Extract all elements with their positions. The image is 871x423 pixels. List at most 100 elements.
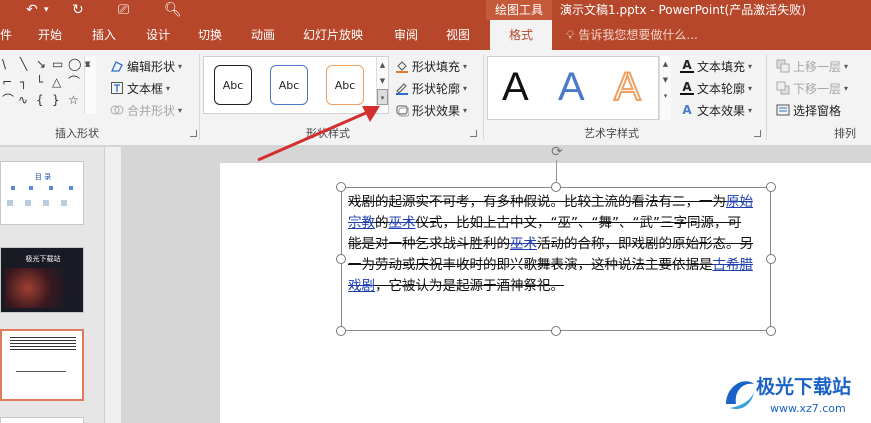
scroll-up-icon[interactable]: ▲ <box>377 57 388 73</box>
group-launcher-icon[interactable] <box>754 130 761 137</box>
resize-handle[interactable] <box>551 182 561 192</box>
shapes-gallery[interactable]: \ ╲ ↘ ▭ ◯ ⌐ ┐ └ △ ⌒ ⌒ ∿ { } ☆ ▲ ▼ ▾ <box>0 56 96 114</box>
merge-shapes-label: 合并形状 <box>127 103 176 118</box>
tell-me-search[interactable]: 💡︎ 告诉我您想要做什么... <box>566 20 698 50</box>
scroll-down-icon[interactable]: ▼ <box>377 73 388 89</box>
watermark-url: www.xz7.com <box>770 402 846 415</box>
send-backward-icon <box>776 81 790 95</box>
wordart-styles-gallery[interactable]: A A A <box>487 56 659 120</box>
resize-handle[interactable] <box>336 254 346 264</box>
connector-shape-icon[interactable]: └ <box>36 74 43 90</box>
arrow-shape-icon[interactable]: ↘ <box>36 56 46 72</box>
shape-style-swatch[interactable]: Abc <box>326 65 364 105</box>
resize-handle[interactable] <box>766 182 776 192</box>
arc-shape-icon[interactable]: ⌒ <box>2 92 14 108</box>
thumbnail-text-lines <box>10 337 76 351</box>
tab-design[interactable]: 设计 <box>146 20 170 50</box>
merge-shapes-button[interactable]: 合并形状 ▾ <box>110 100 182 120</box>
annotation-arrow <box>257 106 380 162</box>
wordart-gallery-scroll[interactable]: ▲ ▼ ▾ <box>659 56 671 120</box>
send-backward-button[interactable]: 下移一层 ▾ <box>776 78 848 98</box>
tab-file[interactable]: 件 <box>0 20 12 50</box>
more-icon[interactable]: ▾ <box>660 88 671 104</box>
text-box-button[interactable]: 文本框 ▾ <box>110 78 170 98</box>
rectangle-shape-icon[interactable]: ▭ <box>52 56 63 72</box>
shape-fill-button[interactable]: 形状填充 ▾ <box>395 56 467 76</box>
slide-thumbnail-selected[interactable] <box>0 329 84 401</box>
slide-thumbnail[interactable]: 极光下载站 <box>0 247 84 313</box>
text-effects-icon: A <box>682 103 692 117</box>
text-fill-button[interactable]: A 文本填充 ▾ <box>680 56 752 76</box>
star-shape-icon[interactable]: ☆ <box>68 92 79 108</box>
chevron-down-icon: ▾ <box>463 83 468 93</box>
chevron-down-icon: ▾ <box>178 61 183 71</box>
resize-handle[interactable] <box>551 326 561 336</box>
scroll-down-icon[interactable]: ▼ <box>660 72 671 88</box>
wordart-sample[interactable]: A <box>502 61 529 113</box>
tab-format[interactable]: 格式 <box>490 20 552 50</box>
wordart-sample[interactable]: A <box>613 61 642 113</box>
text-outline-button[interactable]: A 文本轮廓 ▾ <box>680 78 752 98</box>
redo-icon[interactable]: ↻ <box>72 1 84 19</box>
more-icon[interactable]: ▾ <box>85 56 89 72</box>
triangle-shape-icon[interactable]: △ <box>52 74 61 90</box>
group-divider <box>766 54 767 140</box>
oval-shape-icon[interactable]: ◯ <box>68 56 81 72</box>
tab-slideshow[interactable]: 幻灯片放映 <box>303 20 363 50</box>
text-fill-icon: A <box>680 59 694 73</box>
slide-thumbnail[interactable] <box>0 417 84 423</box>
tab-review[interactable]: 审阅 <box>394 20 418 50</box>
drawing-tools-context-label: 绘图工具 <box>486 0 552 20</box>
thumbnails-scrollbar[interactable] <box>104 147 121 423</box>
present-icon[interactable]: ⎚ <box>118 1 129 19</box>
shape-effects-button[interactable]: 形状效果 ▾ <box>395 100 467 120</box>
shapes-gallery-scroll[interactable]: ▲ ▼ ▾ <box>84 56 96 114</box>
wordart-sample[interactable]: A <box>558 61 585 113</box>
bring-forward-label: 上移一层 <box>793 59 842 74</box>
undo-dropdown-icon[interactable]: ▾ <box>44 1 49 19</box>
shape-style-swatch[interactable]: Abc <box>214 65 252 105</box>
resize-handle[interactable] <box>336 182 346 192</box>
resize-handle[interactable] <box>766 254 776 264</box>
print-preview-icon[interactable]: 🔍︎ <box>164 1 182 19</box>
curve-shape-icon[interactable]: ⌒ <box>68 74 80 90</box>
line-shape-icon[interactable]: ╲ <box>20 56 27 72</box>
tab-home[interactable]: 开始 <box>38 20 62 50</box>
thumbnail-title: 极光下载站 <box>25 255 61 263</box>
resize-handle[interactable] <box>336 326 346 336</box>
wave-shape-icon[interactable]: ∿ <box>18 92 28 108</box>
brace-shape-icon[interactable]: } <box>52 92 60 108</box>
slide-thumbnail[interactable]: 目 录 <box>0 161 84 225</box>
selection-pane-button[interactable]: 选择窗格 <box>776 100 841 120</box>
paragraph-text: ，它被认为是起源于酒神祭祀。 <box>375 278 564 294</box>
text-effects-button[interactable]: A 文本效果 ▾ <box>680 100 752 120</box>
rotate-handle-icon[interactable]: ⟳ <box>549 144 565 160</box>
chevron-down-icon: ▾ <box>748 61 753 71</box>
group-launcher-icon[interactable] <box>190 130 197 137</box>
connector-shape-icon[interactable]: ⌐ <box>2 74 12 90</box>
tab-view[interactable]: 视图 <box>446 20 470 50</box>
chevron-down-icon: ▾ <box>748 105 753 115</box>
edit-shape-button[interactable]: 编辑形状 ▾ <box>110 56 182 76</box>
shape-outline-button[interactable]: 形状轮廓 ▾ <box>395 78 467 98</box>
tell-me-placeholder: 告诉我您想要做什么... <box>578 28 698 42</box>
line-shape-icon[interactable]: \ <box>2 56 6 72</box>
connector-shape-icon[interactable]: ┐ <box>20 74 27 90</box>
tab-transitions[interactable]: 切换 <box>198 20 222 50</box>
bring-forward-button[interactable]: 上移一层 ▾ <box>776 56 848 76</box>
thumbnail-decoration <box>7 200 79 206</box>
undo-icon[interactable]: ↶ <box>26 1 38 19</box>
scroll-up-icon[interactable]: ▲ <box>660 56 671 72</box>
strikethrough-paragraph[interactable]: 戏剧的起源实不可考，有多种假说。比较主流的看法有二，一为原始宗教的巫术仪式，比如… <box>348 192 754 297</box>
brace-shape-icon[interactable]: { <box>36 92 44 108</box>
hyperlink[interactable]: 巫术 <box>510 236 537 252</box>
resize-handle[interactable] <box>766 326 776 336</box>
tab-animations[interactable]: 动画 <box>251 20 275 50</box>
tab-insert[interactable]: 插入 <box>92 20 116 50</box>
chevron-down-icon: ▾ <box>463 61 468 71</box>
group-divider <box>483 54 484 140</box>
ribbon-tabs: 件 开始 插入 设计 切换 动画 幻灯片放映 审阅 视图 格式 💡︎ 告诉我您想要… <box>0 20 871 50</box>
group-launcher-icon[interactable] <box>470 130 477 137</box>
shape-style-swatch[interactable]: Abc <box>270 65 308 105</box>
hyperlink[interactable]: 巫术 <box>389 215 416 231</box>
